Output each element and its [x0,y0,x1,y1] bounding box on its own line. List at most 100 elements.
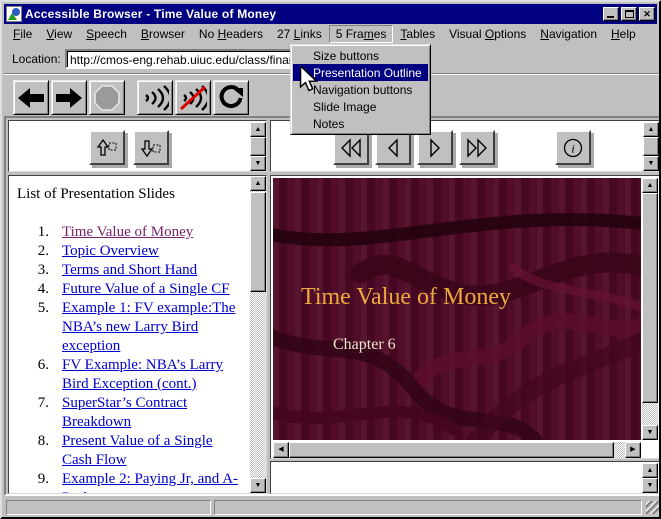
slide-image: Time Value of Money Chapter 6 [273,178,641,440]
title-bar: Accessible Browser - Time Value of Money… [4,4,657,24]
speak-button[interactable] [137,80,173,115]
menu-file[interactable]: File [6,25,39,43]
slide-horizontal-scrollbar[interactable]: ◀ ▶ [273,442,641,458]
scroll-down-button[interactable]: ▼ [250,478,266,493]
last-slide-button[interactable] [459,130,495,165]
scroll-up-button[interactable]: ▲ [250,176,266,191]
maximize-button[interactable] [621,7,637,21]
close-icon: ✕ [643,9,651,19]
menu-item-label: Notes [313,117,344,131]
menu-help[interactable]: Help [604,25,643,43]
application-icon [6,6,22,22]
close-button[interactable]: ✕ [639,7,655,21]
slide-link-example-2-paying-jr-and-a-rod[interactable]: Example 2: Paying Jr, and A-Rod [62,470,241,494]
scroll-up-button[interactable]: ▲ [643,122,659,137]
minimize-button[interactable] [603,7,619,21]
previous-icon [381,137,405,159]
reload-icon [218,85,244,111]
down-arrow-icon: ▼ [647,429,654,436]
mouse-cursor [299,66,318,92]
slide-link-example-1-fv-example-the-nba-s[interactable]: Example 1: FV example:The NBA’s new Larr… [62,299,241,356]
menu-5-frames[interactable]: 5 Frames [329,25,394,43]
collapse-outline-button[interactable] [89,130,125,165]
down-arrow-icon: ▼ [648,160,655,167]
slide-link-topic-overview[interactable]: Topic Overview [62,242,241,261]
scroll-left-button[interactable]: ◀ [273,442,289,458]
frameset: ▲ ▼ List of Presentation Slides 1.Time V… [4,116,661,496]
back-button[interactable] [13,80,49,115]
notes-scrollbar[interactable]: ▲ ▼ [642,463,658,493]
slide-list-item: 7.SuperStar’s Contract Breakdown [31,394,241,432]
forward-button[interactable] [51,80,87,115]
right-arrow-icon: ▶ [630,446,635,453]
nav-tools-scrollbar[interactable]: ▲ ▼ [643,122,659,171]
slide-image-frame: Time Value of Money Chapter 6 ▲ ▼ ◀ ▶ [270,175,660,459]
scroll-right-button[interactable]: ▶ [625,442,641,458]
scroll-down-button[interactable]: ▼ [642,478,658,493]
scroll-up-button[interactable]: ▲ [250,122,266,137]
forward-icon [54,86,84,110]
scrollbar-thumb[interactable] [642,193,658,403]
resize-grip[interactable] [646,501,659,514]
first-slide-button[interactable] [333,130,369,165]
scrollbar-thumb[interactable] [289,442,614,458]
speaker-waves-icon [141,85,169,111]
menu-item-label: Presentation Outline [313,66,422,80]
slide-link-future-value-of-a-single-cf[interactable]: Future Value of a Single CF [62,280,241,299]
scroll-up-button[interactable]: ▲ [642,178,658,193]
outline-tools-scrollbar[interactable]: ▲ ▼ [250,122,266,171]
next-icon [423,137,447,159]
svg-text:i: i [571,141,574,155]
menu-browser[interactable]: Browser [134,25,192,43]
slide-list-item: 3.Terms and Short Hand [31,261,241,280]
speaker-muted-icon [179,85,207,111]
stop-icon [94,85,120,111]
location-label: Location: [12,52,61,66]
next-slide-button[interactable] [417,130,453,165]
scrollbar-thumb[interactable] [643,137,659,156]
slide-link-present-value-of-a-single-cash[interactable]: Present Value of a Single Cash Flow [62,432,241,470]
slide-link-superstar-s-contract-breakdown[interactable]: SuperStar’s Contract Breakdown [62,394,241,432]
scroll-up-button[interactable]: ▲ [642,463,658,478]
reload-button[interactable] [213,80,249,115]
expand-arrow-icon [140,138,162,158]
up-arrow-icon: ▲ [648,126,655,133]
menu-tables[interactable]: Tables [393,25,442,43]
scroll-down-button[interactable]: ▼ [643,156,659,171]
menu-no-headers[interactable]: No Headers [192,25,270,43]
slide-title: Time Value of Money [301,284,511,311]
menu-item-size-buttons[interactable]: Size buttons [293,47,428,64]
expand-outline-button[interactable] [133,130,169,165]
scroll-down-button[interactable]: ▼ [642,425,658,440]
slide-vertical-scrollbar[interactable]: ▲ ▼ [642,178,658,440]
speech-off-button[interactable] [175,80,211,115]
slide-list-item: 2. Topic Overview [31,242,241,261]
slide-number: 6. [31,356,49,394]
menu-item-notes[interactable]: Notes [293,115,428,132]
menu-speech[interactable]: Speech [79,25,134,43]
maximize-icon [625,10,634,18]
scrollbar-thumb[interactable] [250,192,266,292]
status-message-right [214,500,642,515]
location-input[interactable]: http://cmos-eng.rehab.uiuc.edu/class/fin… [65,49,296,69]
presentation-outline-frame: List of Presentation Slides 1.Time Value… [8,175,267,494]
menu-navigation[interactable]: Navigation [533,25,604,43]
menu-view[interactable]: View [39,25,79,43]
slide-link-time-value-of-money[interactable]: Time Value of Money [62,223,241,242]
down-arrow-icon: ▼ [255,482,262,489]
menu-visual-options[interactable]: Visual Options [442,25,533,43]
slide-number: 9. [31,470,49,494]
slide-info-button[interactable]: i [555,130,591,165]
slide-link-fv-example-nba-s-larry-bird-ex[interactable]: FV Example: NBA’s Larry Bird Exception (… [62,356,241,394]
scrollbar-thumb[interactable] [250,137,266,156]
stop-button[interactable] [89,80,125,115]
slide-link-terms-and-short-hand[interactable]: Terms and Short Hand [62,261,241,280]
scroll-down-button[interactable]: ▼ [250,156,266,171]
slide-number: 4. [31,280,49,299]
menu-27-links[interactable]: 27 Links [270,25,329,43]
slide-number: 2. [31,242,49,261]
outline-scrollbar[interactable]: ▲ ▼ [250,176,266,493]
slide-number: 8. [31,432,49,470]
menu-item-slide-image[interactable]: Slide Image [293,98,428,115]
previous-slide-button[interactable] [375,130,411,165]
